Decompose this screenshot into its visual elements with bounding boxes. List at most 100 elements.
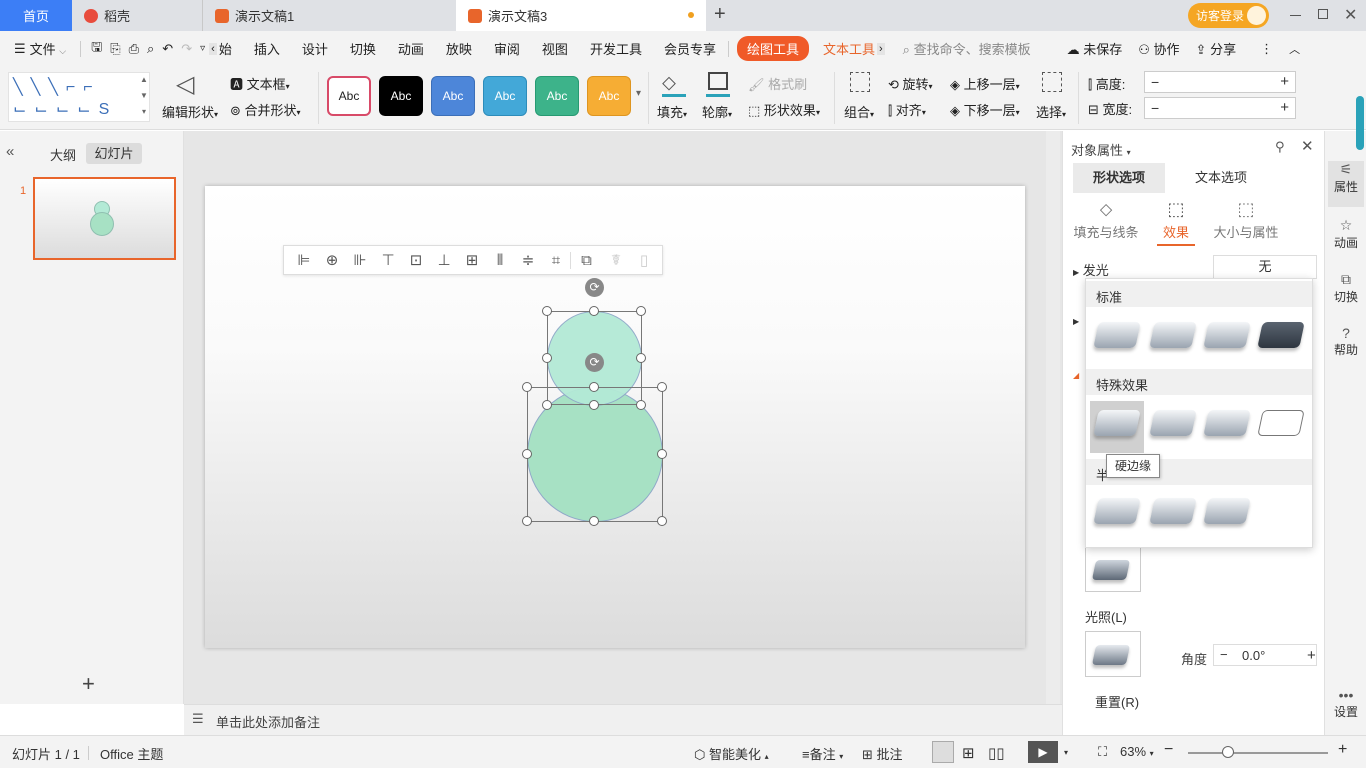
menu-insert[interactable]: 插入 [246, 39, 288, 58]
close-icon[interactable]: ✕ [1344, 5, 1357, 25]
3d-effect-preset[interactable] [1203, 410, 1251, 436]
align-right-icon[interactable]: ⊪ [346, 251, 374, 269]
fill-button[interactable]: 填充▾ [657, 102, 687, 121]
menu-developer[interactable]: 开发工具 [582, 39, 650, 58]
glow-select[interactable]: 无 [1213, 255, 1317, 279]
redo-icon[interactable]: ↷ [177, 41, 196, 57]
resize-handle[interactable] [522, 449, 532, 459]
style-gallery-more-icon[interactable]: ▾ [636, 88, 641, 99]
resize-handle[interactable] [542, 353, 552, 363]
tab-doc3[interactable]: 演示文稿3 [456, 0, 706, 31]
tab-outline[interactable]: 大纲 [50, 145, 76, 164]
zoom-slider-thumb[interactable] [1222, 746, 1234, 758]
3d-effect-preset[interactable] [1257, 410, 1305, 436]
menu-review[interactable]: 审阅 [486, 39, 528, 58]
menu-item[interactable]: 始 [217, 39, 240, 58]
play-dropdown-icon[interactable]: ▾ [1064, 748, 1068, 757]
height-decrease-button[interactable]: − [1151, 74, 1159, 90]
shape-style-green[interactable]: Abc [535, 76, 579, 116]
shape-style-blue[interactable]: Abc [431, 76, 475, 116]
resize-handle[interactable] [589, 516, 599, 526]
rotate-button[interactable]: ⟲ 旋转▾ [888, 74, 933, 93]
bring-forward-button[interactable]: ◈ 上移一层▾ [950, 74, 1020, 93]
ribbon-scroll-left-icon[interactable]: ‹ [209, 42, 217, 55]
effect-tab[interactable]: ⬚ 效果 [1157, 199, 1195, 246]
select-button[interactable]: 选择▾ [1036, 102, 1066, 121]
save-icon[interactable]: 🖫 [87, 38, 106, 60]
outline-icon[interactable] [708, 72, 728, 90]
3d-effect-preset[interactable] [1203, 498, 1251, 524]
edit-shape-icon[interactable]: ◁ [176, 70, 194, 99]
distribute-horizontal-icon[interactable]: ⫴ [486, 252, 514, 269]
normal-view-icon[interactable] [932, 741, 954, 763]
3d-effect-preset[interactable] [1149, 498, 1197, 524]
distribute-vertical-icon[interactable]: ≑ [514, 251, 542, 269]
group-button[interactable]: 组合▾ [844, 102, 874, 121]
size-prop-tab[interactable]: ⬚ 大小与属性 [1213, 199, 1279, 241]
group-toolbar-icon[interactable]: ⧉ [570, 251, 602, 269]
reset-button[interactable]: 重置(R) [1095, 692, 1139, 711]
restore-icon[interactable] [1318, 9, 1328, 19]
menu-view[interactable]: 视图 [534, 39, 576, 58]
menu-text-tool[interactable]: 文本工具 [815, 39, 877, 58]
collab-button[interactable]: ⚇ 协作 [1130, 39, 1187, 58]
panel-title[interactable]: 对象属性 ▾ [1071, 140, 1131, 159]
3d-effect-preset[interactable] [1149, 322, 1197, 348]
collapse-pane-icon[interactable]: « [6, 143, 14, 160]
print-icon[interactable]: ⎙ [125, 41, 143, 57]
undo-icon[interactable]: ↶ [158, 41, 177, 57]
tab-doc1[interactable]: 演示文稿1 [202, 0, 454, 31]
line-shapes-gallery[interactable]: ╲╲╲⌐⌐ ⌙⌙⌙⌙S [8, 72, 150, 122]
more-icon[interactable]: ⋮ [1252, 41, 1281, 57]
canvas-scrollbar[interactable] [1046, 131, 1060, 704]
3d-effect-preset[interactable] [1093, 322, 1141, 348]
slide-thumbnail[interactable] [33, 177, 176, 260]
sidebar-item-props[interactable]: ⚟ 属性 [1328, 161, 1364, 207]
resize-handle[interactable] [657, 516, 667, 526]
outline-button[interactable]: 轮廓▾ [702, 102, 732, 121]
resize-handle[interactable] [657, 382, 667, 392]
collapsed-section-arrow[interactable]: ▶ [1073, 317, 1079, 326]
menu-draw-tool[interactable]: 绘图工具 [736, 36, 809, 61]
share-button[interactable]: ⇪ 分享 [1188, 39, 1245, 58]
format-brush-button[interactable]: 🖌 格式刷 [748, 74, 807, 93]
align-top-icon[interactable]: ⊤ [374, 251, 402, 269]
collapse-ribbon-icon[interactable]: ︿ [1281, 41, 1308, 57]
zoom-out-button[interactable]: − [1164, 741, 1173, 759]
add-slide-button[interactable]: + [82, 671, 95, 697]
shape-style-orange[interactable]: Abc [587, 76, 631, 116]
3d-effect-preset[interactable] [1257, 322, 1305, 348]
align-center-icon[interactable]: ⊕ [318, 251, 346, 269]
align-button[interactable]: ⫿ 对齐▾ [888, 100, 926, 119]
fit-window-icon[interactable]: ⛶ [1098, 744, 1107, 760]
shape-style-teal[interactable]: Abc [483, 76, 527, 116]
panel-scrollbar[interactable] [1356, 96, 1364, 150]
search-command[interactable]: ⌕ 查找命令、搜索模板 [895, 39, 1039, 58]
shape-style-black[interactable]: Abc [379, 76, 423, 116]
height-increase-button[interactable]: + [1280, 73, 1289, 90]
resize-handle[interactable] [636, 400, 646, 410]
line-shape-icon[interactable]: ╲╲╲⌐⌐ [13, 77, 101, 97]
shape-style-white[interactable]: Abc [327, 76, 371, 116]
tab-daoke[interactable]: 稻壳 [72, 0, 200, 31]
smart-beautify-button[interactable]: ⬡ 智能美化 ▴ [694, 744, 769, 763]
shape-effect-button[interactable]: ⬚ 形状效果▾ [748, 100, 820, 119]
export-icon[interactable]: ⎘ [106, 41, 124, 57]
sidebar-item-switch[interactable]: ⧉ 切换 [1328, 271, 1364, 305]
tab-slides[interactable]: 幻灯片 [86, 143, 142, 164]
zoom-level[interactable]: 63% ▾ [1120, 744, 1154, 759]
3d-effect-preset[interactable] [1203, 322, 1251, 348]
theme-name[interactable]: Office 主题 [100, 744, 163, 763]
resize-handle[interactable] [522, 516, 532, 526]
pin-icon[interactable]: ⚲ [1275, 139, 1285, 155]
menu-animation[interactable]: 动画 [390, 39, 432, 58]
align-left-icon[interactable]: ⊫ [290, 251, 318, 269]
menu-file[interactable]: 文件 ⌵ [30, 39, 74, 58]
rotate-handle-small[interactable]: ⟳ [585, 278, 604, 297]
resize-handle[interactable] [542, 306, 552, 316]
width-increase-button[interactable]: + [1280, 99, 1289, 116]
sidebar-item-anim[interactable]: ☆ 动画 [1328, 217, 1364, 251]
edit-shape-button[interactable]: 编辑形状▾ [162, 102, 218, 121]
resize-handle[interactable] [636, 306, 646, 316]
resize-handle[interactable] [589, 400, 599, 410]
